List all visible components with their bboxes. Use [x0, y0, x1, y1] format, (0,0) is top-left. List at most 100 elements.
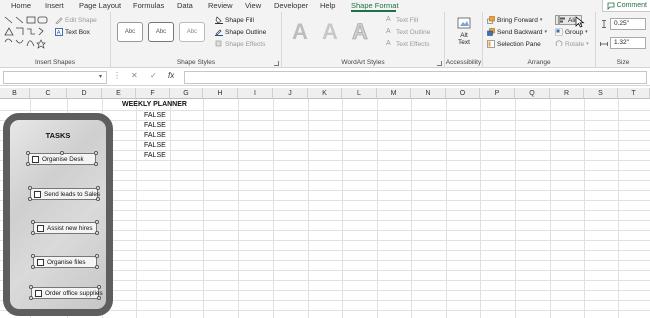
column-header-H[interactable]: H	[203, 88, 238, 99]
comments-button[interactable]: Comment	[601, 0, 650, 12]
tab-insert[interactable]: Insert	[45, 1, 64, 10]
column-header-F[interactable]: F	[136, 88, 170, 99]
name-box[interactable]	[3, 71, 107, 84]
resize-handle[interactable]	[60, 151, 64, 155]
name-box-chevron-icon[interactable]: ▾	[99, 73, 102, 80]
column-header-B[interactable]: B	[0, 88, 30, 99]
text-box-button[interactable]: A Text Box	[55, 28, 90, 36]
task-checkbox-2[interactable]: Send leads to Sales	[30, 188, 100, 200]
resize-handle[interactable]	[96, 197, 100, 201]
resize-handle[interactable]	[28, 186, 32, 190]
resize-handle[interactable]	[95, 254, 99, 258]
shape-effects-button[interactable]: Shape Effects	[215, 40, 265, 48]
resize-handle[interactable]	[94, 162, 98, 166]
column-header-R[interactable]: R	[550, 88, 584, 99]
column-header-M[interactable]: M	[377, 88, 411, 99]
shape-outline-button[interactable]: Shape Outline	[215, 28, 266, 36]
task-checkbox-3[interactable]: Assist new hires	[33, 222, 97, 234]
group-button[interactable]: Group ▾	[555, 28, 588, 36]
rotate-chevron-icon: ▾	[586, 41, 589, 47]
column-header-D[interactable]: D	[67, 88, 102, 99]
shape-height-input[interactable]: 0.25"	[610, 18, 646, 30]
checkbox-icon[interactable]	[32, 155, 39, 163]
column-header-I[interactable]: I	[238, 88, 273, 99]
wordart-style-1[interactable]: A	[292, 19, 308, 45]
column-header-G[interactable]: G	[170, 88, 203, 99]
column-header-N[interactable]: N	[411, 88, 446, 99]
column-header-K[interactable]: K	[308, 88, 342, 99]
tab-page-layout[interactable]: Page Layout	[79, 1, 121, 10]
cell-false-5[interactable]: FALSE	[144, 152, 166, 159]
tab-formulas[interactable]: Formulas	[133, 1, 164, 10]
tab-data[interactable]: Data	[177, 1, 193, 10]
column-header-P[interactable]: P	[480, 88, 515, 99]
cell-false-1[interactable]: FALSE	[144, 112, 166, 119]
shape-style-3[interactable]: Abc	[179, 22, 205, 42]
enter-entry-icon[interactable]: ✓	[150, 71, 157, 80]
group-chevron-icon: ▾	[585, 29, 588, 35]
weekly-planner-heading[interactable]: WEEKLY PLANNER	[122, 101, 187, 108]
resize-handle[interactable]	[29, 296, 33, 300]
tab-review[interactable]: Review	[208, 1, 233, 10]
tab-help[interactable]: Help	[320, 1, 335, 10]
tab-developer[interactable]: Developer	[274, 1, 308, 10]
cell-false-2[interactable]: FALSE	[144, 122, 166, 129]
column-header-Q[interactable]: Q	[515, 88, 550, 99]
resize-handle[interactable]	[95, 231, 99, 235]
column-header-E[interactable]: E	[102, 88, 136, 99]
resize-handle[interactable]	[95, 220, 99, 224]
edit-shape-button[interactable]: Edit Shape	[55, 16, 97, 24]
resize-handle[interactable]	[26, 151, 30, 155]
resize-handle[interactable]	[97, 285, 101, 289]
selection-pane-button[interactable]: Selection Pane	[487, 40, 541, 48]
wordart-style-2[interactable]: A	[322, 19, 338, 45]
shape-fill-button[interactable]: Shape Fill	[215, 16, 254, 24]
resize-handle[interactable]	[31, 265, 35, 269]
phone-shape[interactable]: TASKS Organise Desk Send leads to Sales …	[3, 113, 113, 316]
text-effects-button[interactable]: A Text Effects	[386, 40, 429, 48]
checkbox-icon[interactable]	[35, 289, 42, 297]
cell-false-4[interactable]: FALSE	[144, 142, 166, 149]
bring-forward-button[interactable]: Bring Forward ▾	[487, 16, 542, 24]
task-checkbox-4[interactable]: Organise files	[33, 256, 97, 268]
column-header-S[interactable]: S	[584, 88, 618, 99]
resize-handle[interactable]	[26, 162, 30, 166]
resize-handle[interactable]	[31, 231, 35, 235]
shape-width-input[interactable]: 1.32"	[610, 37, 646, 49]
resize-handle[interactable]	[97, 296, 101, 300]
cell-false-3[interactable]: FALSE	[144, 132, 166, 139]
column-header-C[interactable]: C	[30, 88, 67, 99]
resize-handle[interactable]	[29, 285, 33, 289]
checkbox-icon[interactable]	[37, 224, 44, 232]
resize-handle[interactable]	[96, 186, 100, 190]
column-header-O[interactable]: O	[446, 88, 480, 99]
text-outline-button[interactable]: A Text Outline	[386, 28, 430, 36]
alt-text-icon	[457, 17, 471, 29]
resize-handle[interactable]	[94, 151, 98, 155]
resize-handle[interactable]	[28, 197, 32, 201]
checkbox-icon[interactable]	[37, 258, 44, 266]
column-header-L[interactable]: L	[342, 88, 377, 99]
alt-text-button[interactable]: Alt Text	[450, 16, 478, 52]
text-fill-button[interactable]: A Text Fill	[386, 16, 418, 24]
task-checkbox-5[interactable]: Order office supplies	[31, 287, 103, 299]
rotate-button[interactable]: Rotate ▾	[555, 40, 589, 48]
column-header-J[interactable]: J	[273, 88, 308, 99]
tab-home[interactable]: Home	[11, 1, 31, 10]
wordart-style-3[interactable]: A	[352, 19, 368, 45]
resize-handle[interactable]	[31, 254, 35, 258]
checkbox-icon[interactable]	[34, 190, 41, 198]
shape-style-1[interactable]: Abc	[117, 22, 143, 42]
column-header-T[interactable]: T	[618, 88, 650, 99]
selection-pane-icon	[487, 40, 495, 48]
tab-view[interactable]: View	[245, 1, 261, 10]
resize-handle[interactable]	[95, 265, 99, 269]
cancel-entry-icon[interactable]: ✕	[131, 71, 138, 80]
insert-function-icon[interactable]: fx	[168, 71, 174, 80]
shapes-gallery-icon[interactable]	[3, 15, 49, 49]
shape-style-2[interactable]: Abc	[148, 22, 174, 42]
send-backward-button[interactable]: Send Backward ▾	[487, 28, 547, 36]
formula-input[interactable]	[184, 71, 647, 84]
resize-handle[interactable]	[31, 220, 35, 224]
tab-shape-format[interactable]: Shape Format	[351, 1, 399, 10]
